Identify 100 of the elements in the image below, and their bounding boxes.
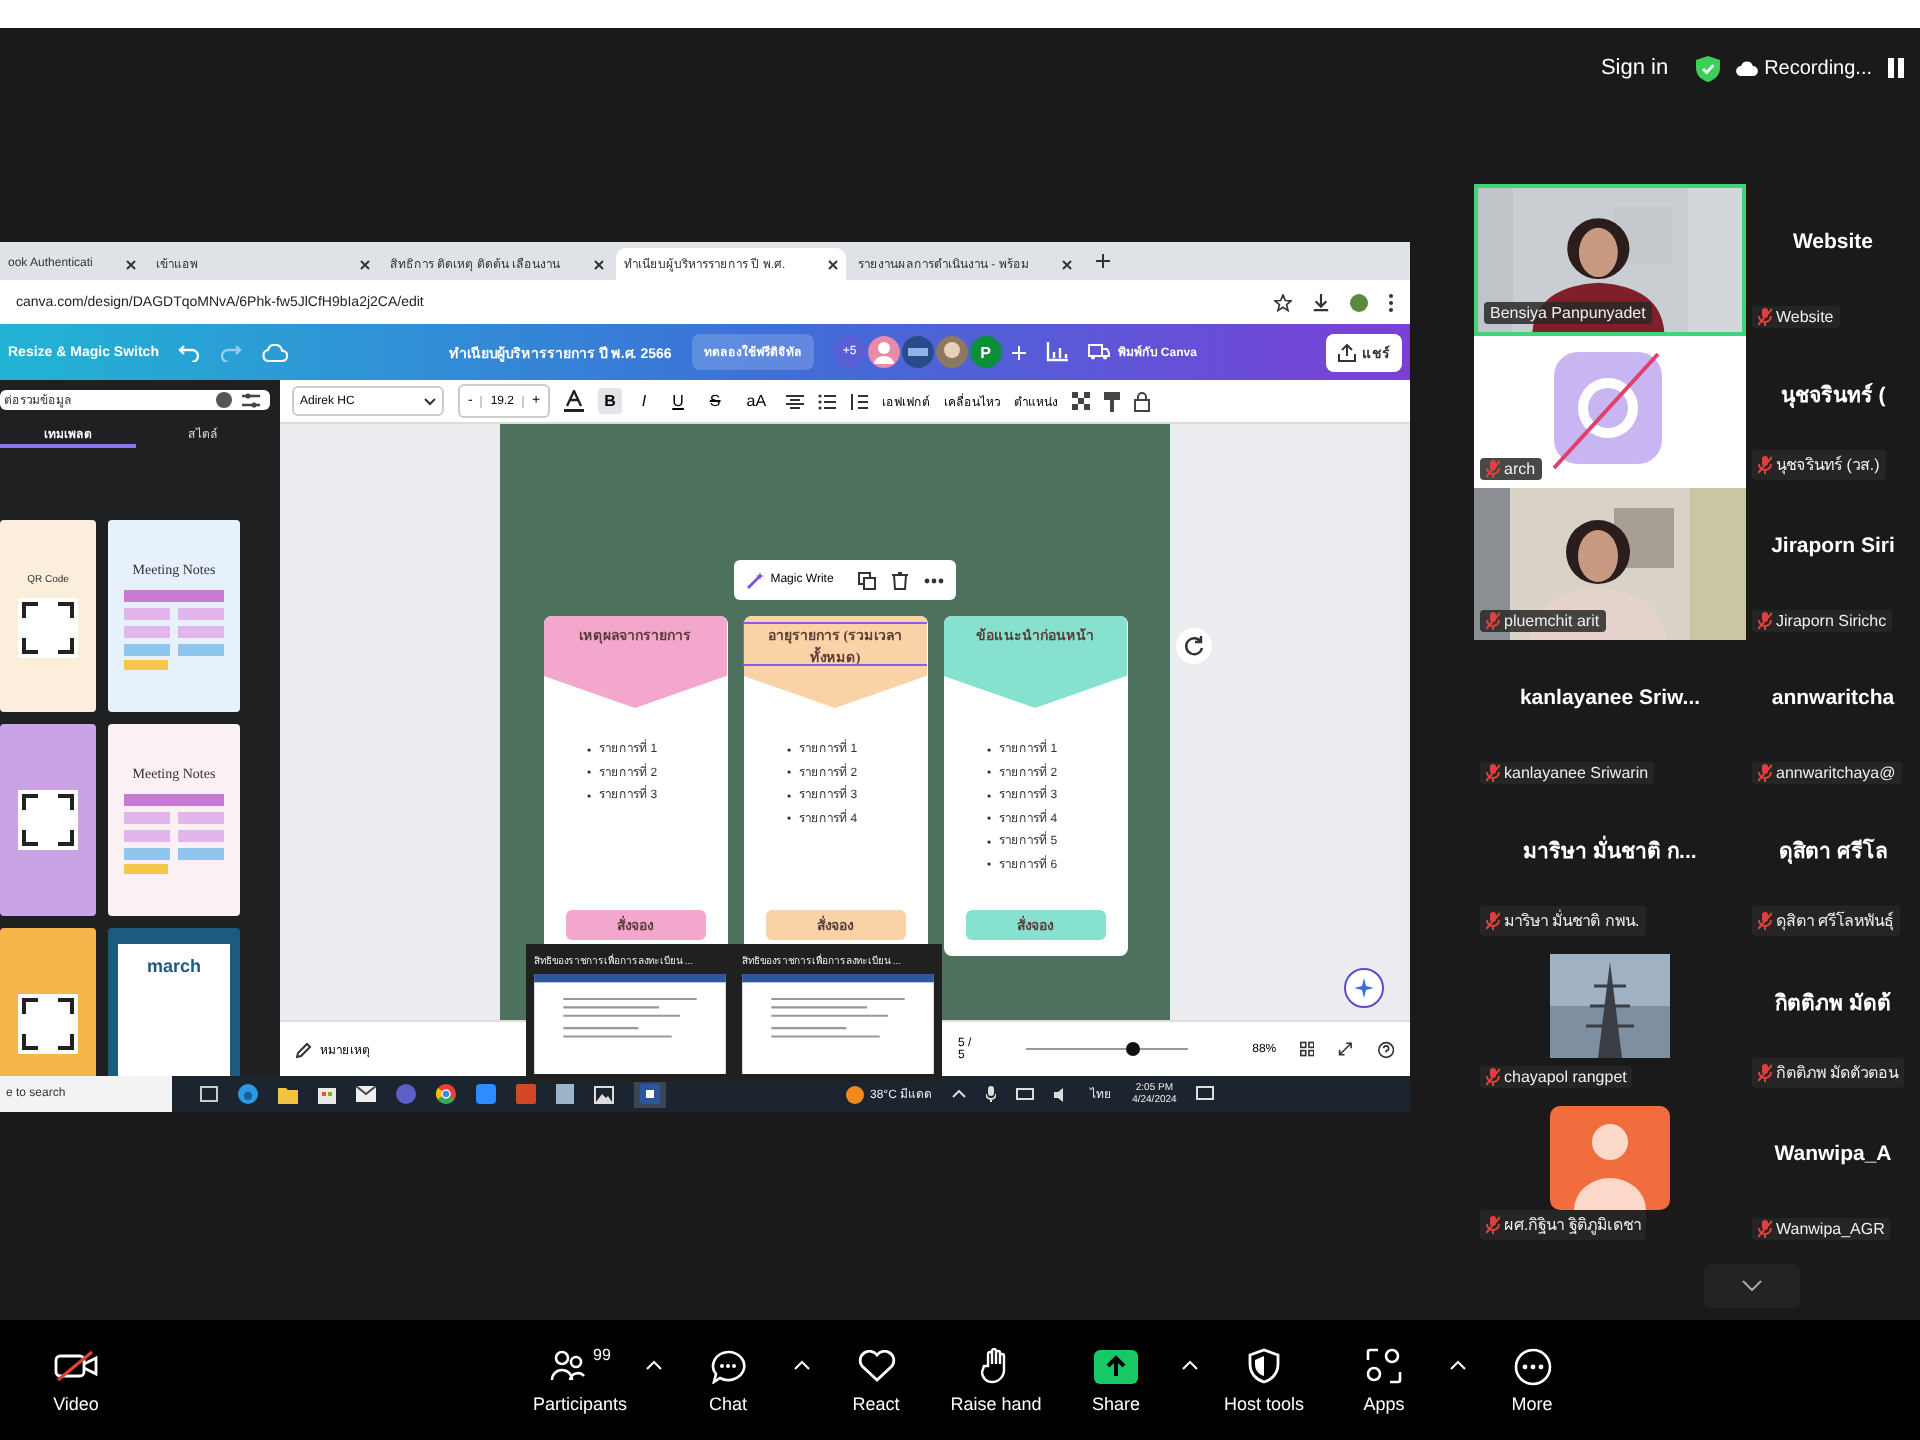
participant-name: มาริษา มั่นชาติ ก...: [1523, 833, 1697, 867]
avatar[interactable]: P: [969, 336, 1002, 368]
menu-icon[interactable]: [1388, 293, 1394, 311]
cloud-icon: [1736, 60, 1759, 76]
chrome-icon[interactable]: [436, 1084, 456, 1104]
toolbar-control[interactable]: Video: [16, 1346, 136, 1414]
undo-icon[interactable]: [178, 343, 201, 361]
lock-icon[interactable]: [1134, 391, 1151, 411]
format-button[interactable]: U: [666, 388, 690, 414]
folder-icon[interactable]: [278, 1085, 298, 1103]
name-label: pluemchit arit: [1480, 610, 1606, 632]
participant-name: Wanwipa_A: [1774, 1142, 1892, 1166]
name-label: มาริษา มั่นชาติ กพน.: [1480, 906, 1646, 936]
table-drawing: [124, 590, 224, 670]
format-button[interactable]: B: [598, 388, 622, 414]
participant-tile[interactable]: pluemchit arit: [1474, 488, 1746, 640]
participant-name: นุชจรินทร์ (: [1780, 381, 1886, 411]
task-view-icon[interactable]: [200, 1086, 218, 1102]
add-icon[interactable]: [1011, 345, 1026, 359]
star-icon[interactable]: [1274, 293, 1292, 311]
toolbar-control[interactable]: Share: [1056, 1346, 1176, 1414]
list-icon[interactable]: [818, 393, 837, 409]
chart-icon[interactable]: [1045, 342, 1068, 362]
copy-icon[interactable]: [857, 571, 876, 589]
participant-name: Jiraporn Siri: [1771, 534, 1895, 558]
filter-icon[interactable]: [242, 391, 260, 409]
slider-thumb[interactable]: [1125, 1042, 1140, 1056]
toolbar-control[interactable]: Chat: [668, 1346, 788, 1414]
shield-icon: [1696, 55, 1721, 81]
browser-icon[interactable]: [238, 1084, 258, 1104]
paint-roller-icon[interactable]: [1104, 391, 1121, 411]
profile-icon[interactable]: [1350, 293, 1368, 311]
spacing-icon[interactable]: [850, 393, 869, 409]
close-icon[interactable]: [828, 259, 838, 269]
chat-icon: [710, 1349, 746, 1383]
close-icon[interactable]: [594, 259, 604, 269]
name-label: กิตติภพ มัดตัวตอน: [1752, 1058, 1905, 1088]
image-icon[interactable]: [594, 1085, 614, 1103]
mail-icon[interactable]: [356, 1086, 376, 1102]
participant-tile[interactable]: arch: [1474, 336, 1746, 488]
name-label: annwaritchaya@: [1752, 762, 1902, 784]
name-label: chayapol rangpet: [1480, 1066, 1633, 1088]
close-icon[interactable]: [126, 259, 136, 269]
frame-icon: [18, 994, 78, 1054]
microphone-icon[interactable]: [986, 1086, 997, 1102]
notification-icon[interactable]: [1196, 1086, 1215, 1102]
expand-icon[interactable]: [1338, 1040, 1354, 1058]
more-icon: [1513, 1347, 1551, 1385]
tray-caret-icon[interactable]: [952, 1090, 967, 1098]
name-label: Bensiya Panpunyadet: [1484, 302, 1652, 324]
upload-icon: [1338, 343, 1356, 361]
text-color-icon[interactable]: [564, 390, 585, 412]
trash-icon[interactable]: [891, 571, 908, 589]
toolbar-control[interactable]: Raise hand: [936, 1346, 1056, 1414]
wand-icon: [746, 571, 765, 589]
network-icon[interactable]: [1016, 1087, 1035, 1101]
toolbar-control[interactable]: Apps: [1324, 1346, 1444, 1414]
pause-icon[interactable]: [1888, 58, 1904, 78]
format-button[interactable]: S: [703, 388, 727, 414]
participant-name: annwaritcha: [1771, 686, 1895, 710]
close-icon[interactable]: [360, 259, 370, 269]
sparkle-icon[interactable]: [1344, 968, 1384, 1008]
apps-icon: [1366, 1348, 1402, 1384]
avatar-icon[interactable]: [867, 336, 900, 368]
share-screen-icon: [1094, 1349, 1138, 1383]
more-icon[interactable]: [923, 577, 944, 583]
format-button[interactable]: aA: [740, 388, 773, 414]
chevron-icon: [424, 397, 436, 405]
name-label: arch: [1480, 458, 1542, 480]
close-icon[interactable]: [1062, 259, 1072, 269]
calendar-drawing: march: [118, 944, 230, 1076]
download-icon[interactable]: [1312, 293, 1330, 311]
recording-status: Recording...: [1736, 57, 1872, 79]
template-thumbnail[interactable]: march: [108, 928, 240, 1076]
grid-icon[interactable]: [1300, 1040, 1315, 1058]
toolbar-control[interactable]: React: [816, 1346, 936, 1414]
participant-name: กิตติภพ มัดต้: [1775, 989, 1891, 1019]
format-button[interactable]: I: [635, 388, 653, 414]
help-icon[interactable]: [1377, 1039, 1394, 1059]
avatar-icon[interactable]: [901, 336, 934, 368]
heart-icon: [857, 1350, 895, 1382]
participant-count: 99: [593, 1346, 611, 1364]
toolbar-control[interactable]: 99 Participants: [520, 1346, 640, 1414]
store-icon[interactable]: [318, 1084, 336, 1104]
template-thumbnail[interactable]: [0, 928, 96, 1076]
participant-tile[interactable]: Bensiya Panpunyadet: [1474, 184, 1746, 336]
toolbar-control[interactable]: Host tools: [1204, 1346, 1324, 1414]
template-thumbnail[interactable]: [0, 724, 96, 916]
toolbar-control[interactable]: More: [1472, 1346, 1592, 1414]
cloud-icon[interactable]: [262, 343, 289, 361]
transparency-icon[interactable]: [1072, 392, 1091, 410]
name-label: ผศ.กิฐินา ฐิติภูมิเดชา: [1480, 1210, 1647, 1240]
align-icon[interactable]: [786, 393, 805, 409]
frame-icon: [18, 598, 78, 658]
refresh-icon[interactable]: [1176, 628, 1212, 664]
people-icon: [549, 1350, 586, 1382]
new-tab-icon[interactable]: [1096, 254, 1110, 268]
avatar-icon[interactable]: [935, 336, 968, 368]
name-label: นุชจรินทร์ (วส.): [1752, 450, 1886, 480]
sign-in-link[interactable]: Sign in: [1600, 56, 1669, 80]
